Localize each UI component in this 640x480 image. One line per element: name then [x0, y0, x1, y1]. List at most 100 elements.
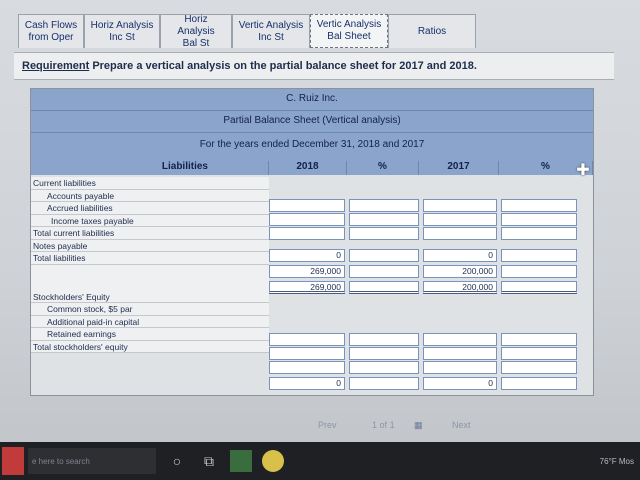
cortana-icon[interactable]: ○ — [166, 450, 188, 472]
tab-cash-flows[interactable]: Cash Flows from Oper — [18, 14, 84, 48]
company-name: C. Ruiz Inc. — [31, 93, 593, 111]
tab-label-line1: Vertic Analysis — [316, 19, 382, 30]
grid-icon[interactable]: ▦ — [414, 420, 423, 431]
requirement-bar: Requirement Prepare a vertical analysis … — [14, 52, 614, 80]
tab-label-line2: Inc St — [109, 31, 135, 43]
notes-payable-pct-2018-input[interactable] — [349, 265, 419, 278]
row-label-common-stock: Common stock, $5 par — [31, 303, 269, 316]
tab-label-line2: Inc St — [258, 31, 284, 43]
taskbar: e here to search ○ ⧉ 76°F Mos — [0, 442, 640, 480]
total-liabilities-pct-2018-input[interactable] — [349, 281, 419, 294]
tab-label-line2: Bal Sheet — [327, 31, 371, 42]
income-taxes-2018-input[interactable] — [269, 227, 345, 240]
row-labels: Current liabilities Accounts payable Acc… — [31, 177, 269, 353]
row-label-total-stockholders-equity: Total stockholders' equity — [31, 341, 269, 353]
tab-vertic-inc-st[interactable]: Vertic Analysis Inc St — [232, 14, 310, 48]
statement-period: For the years ended December 31, 2018 an… — [199, 139, 425, 150]
notes-payable-2018: 269,000 — [269, 265, 345, 278]
apic-2018-input[interactable] — [269, 347, 345, 360]
requirement-lead: Requirement — [22, 60, 90, 72]
tab-vertic-bal-sheet[interactable]: Vertic Analysis Bal Sheet — [310, 14, 388, 48]
spacer-row — [31, 265, 269, 291]
row-label-total-current-liabilities: Total current liabilities — [31, 227, 269, 240]
tab-label-line1: Cash Flows — [24, 19, 78, 31]
income-taxes-pct-2018-input[interactable] — [349, 227, 419, 240]
prev-button[interactable]: Prev — [318, 420, 337, 430]
common-stock-pct-2018-input[interactable] — [349, 333, 419, 346]
worksheet: C. Ruiz Inc. Partial Balance Sheet (Vert… — [30, 88, 594, 396]
worksheet-header: C. Ruiz Inc. Partial Balance Sheet (Vert… — [31, 89, 593, 165]
requirement-text: Prepare a vertical analysis on the parti… — [92, 60, 477, 72]
accounts-payable-pct-2017-input[interactable] — [501, 199, 577, 212]
tab-bar: Cash Flows from Oper Horiz Analysis Inc St… — [18, 13, 476, 49]
retained-earnings-pct-2018-input[interactable] — [349, 361, 419, 374]
app-screen: Cash Flows from Oper Horiz Analysis Inc St… — [0, 0, 640, 448]
weather-readout: 76°F Mos — [599, 456, 634, 466]
total-liabilities-2017: 200,000 — [423, 281, 497, 294]
notes-payable-2017: 200,000 — [423, 265, 497, 278]
row-label-total-liabilities: Total liabilities — [31, 252, 269, 265]
retained-earnings-2017-input[interactable] — [423, 361, 497, 374]
tab-label-line1: Horiz Analysis — [177, 13, 215, 37]
notes-payable-pct-2017-input[interactable] — [501, 265, 577, 278]
page-total: 1 — [389, 420, 395, 430]
row-label-additional-paid-in-capital: Additional paid-in capital — [31, 316, 269, 328]
row-label-accounts-payable: Accounts payable — [31, 190, 269, 202]
accrued-liabilities-2017-input[interactable] — [423, 213, 497, 226]
page-of: of — [379, 420, 388, 430]
tab-label-line1: Ratios — [417, 25, 447, 37]
accrued-liabilities-pct-2017-input[interactable] — [501, 213, 577, 226]
row-label-income-taxes-payable: Income taxes payable — [31, 215, 269, 227]
chrome-icon[interactable] — [262, 450, 284, 472]
accounts-payable-2017-input[interactable] — [423, 199, 497, 212]
common-stock-2018-input[interactable] — [269, 333, 345, 346]
income-taxes-pct-2017-input[interactable] — [501, 227, 577, 240]
retained-earnings-2018-input[interactable] — [269, 361, 345, 374]
total-liabilities-pct-2017-input[interactable] — [501, 281, 577, 294]
total-current-liabilities-pct-2017-input[interactable] — [501, 249, 577, 262]
row-label-retained-earnings: Retained earnings — [31, 328, 269, 341]
accounts-payable-pct-2018-input[interactable] — [349, 199, 419, 212]
total-stockholders-equity-pct-2018-input[interactable] — [349, 377, 419, 390]
total-stockholders-equity-pct-2017-input[interactable] — [501, 377, 577, 390]
accrued-liabilities-pct-2018-input[interactable] — [349, 213, 419, 226]
app-icon[interactable] — [230, 450, 252, 472]
total-current-liabilities-2018: 0 — [269, 249, 345, 262]
col-header-2017: 2017 — [419, 161, 499, 175]
page-current: 1 — [372, 420, 378, 430]
income-taxes-2017-input[interactable] — [423, 227, 497, 240]
accrued-liabilities-2018-input[interactable] — [269, 213, 345, 226]
total-liabilities-2018: 269,000 — [269, 281, 345, 294]
tab-ratios[interactable]: Ratios — [388, 14, 476, 48]
total-current-liabilities-pct-2018-input[interactable] — [349, 249, 419, 262]
row-label-notes-payable: Notes payable — [31, 240, 269, 252]
apic-pct-2018-input[interactable] — [349, 347, 419, 360]
col-header-2018: 2018 — [269, 161, 347, 175]
statement-title: Partial Balance Sheet (Vertical analysis… — [31, 115, 593, 133]
tab-horiz-bal-st[interactable]: Horiz Analysis Bal St — [160, 13, 232, 49]
row-label-stockholders-equity: Stockholders' Equity — [31, 291, 269, 303]
retained-earnings-pct-2017-input[interactable] — [501, 361, 577, 374]
tab-label-line1: Vertic Analysis — [238, 19, 304, 31]
tab-label-line1: Horiz Analysis — [90, 19, 154, 31]
tab-label-line2: from Oper — [28, 31, 74, 43]
row-label-current-liabilities: Current liabilities — [31, 177, 269, 190]
task-view-icon[interactable]: ⧉ — [198, 450, 220, 472]
apic-pct-2017-input[interactable] — [501, 347, 577, 360]
next-button[interactable]: Next — [452, 420, 471, 430]
accounts-payable-2018-input[interactable] — [269, 199, 345, 212]
page-indicator: 1 of 1 — [372, 420, 395, 430]
tab-horiz-inc-st[interactable]: Horiz Analysis Inc St — [84, 14, 160, 48]
common-stock-2017-input[interactable] — [423, 333, 497, 346]
apic-2017-input[interactable] — [423, 347, 497, 360]
total-current-liabilities-2017: 0 — [423, 249, 497, 262]
liabilities-column-header: Liabilities — [31, 161, 269, 175]
start-button[interactable] — [2, 447, 24, 475]
mouse-cursor-icon: ✚ — [576, 162, 590, 179]
common-stock-pct-2017-input[interactable] — [501, 333, 577, 346]
col-header-pct-2018: % — [347, 161, 419, 175]
total-stockholders-equity-2017: 0 — [423, 377, 497, 390]
tab-label-line2: Bal St — [182, 37, 210, 49]
taskbar-search[interactable]: e here to search — [28, 448, 156, 474]
row-label-accrued-liabilities: Accrued liabilities — [31, 202, 269, 215]
